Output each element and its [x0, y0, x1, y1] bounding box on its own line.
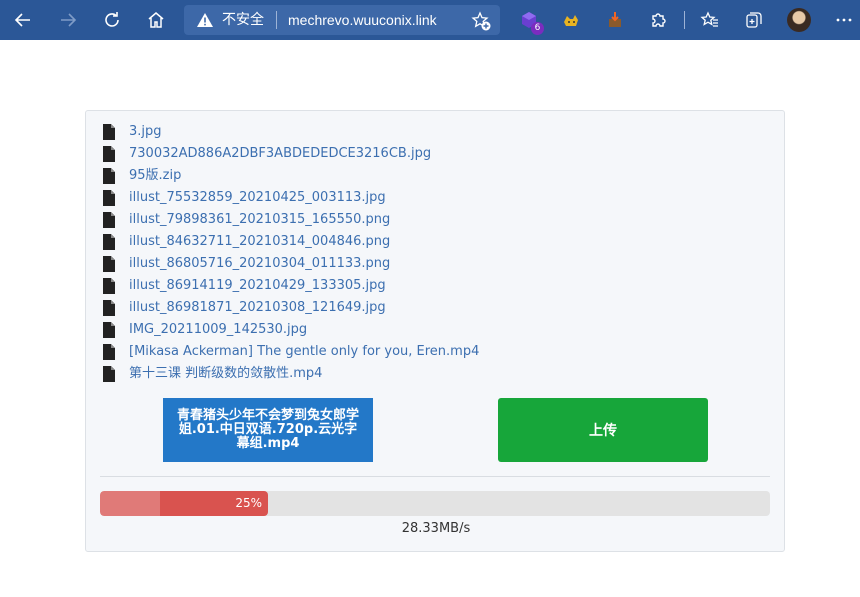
url-text[interactable]: mechrevo.wuuconix.link — [288, 12, 437, 28]
collections-icon — [746, 12, 762, 28]
browser-toolbar: 不安全 mechrevo.wuuconix.link 6 — [0, 0, 860, 40]
toolbar-divider — [684, 11, 685, 29]
refresh-icon — [105, 12, 119, 27]
file-list: 3.jpg 730032AD886A2DBF3ABDEDEDCE3216CB.j… — [102, 121, 762, 385]
file-icon — [103, 146, 115, 162]
file-icon — [103, 322, 115, 338]
more-icon — [836, 18, 852, 22]
add-favorite-icon[interactable] — [470, 10, 492, 32]
progress-bar: 25% — [100, 491, 770, 516]
favorites-button[interactable] — [696, 6, 724, 34]
progress-fill: 25% — [100, 491, 268, 516]
file-link[interactable]: illust_86914119_20210429_133305.jpg — [129, 278, 386, 294]
list-item: illust_86914119_20210429_133305.jpg — [102, 275, 762, 297]
file-link[interactable]: illust_75532859_20210425_003113.jpg — [129, 190, 386, 206]
warning-icon — [197, 13, 213, 27]
collections-button[interactable] — [740, 6, 768, 34]
file-link[interactable]: illust_86805716_20210304_011133.png — [129, 256, 390, 272]
file-link[interactable]: 第十三课 判断级数的敛散性.mp4 — [129, 366, 322, 382]
file-icon — [103, 344, 115, 360]
list-item: illust_86981871_20210308_121649.jpg — [102, 297, 762, 319]
list-item: illust_84632711_20210314_004846.png — [102, 231, 762, 253]
extension-badge: 6 — [531, 22, 544, 35]
file-select-button[interactable]: 青春猪头少年不会梦到兔女郎学姐.01.中日双语.720p.云光字幕组.mp4 — [163, 398, 373, 462]
forward-button[interactable] — [54, 6, 82, 34]
divider — [100, 476, 770, 477]
address-separator — [276, 11, 277, 29]
file-link[interactable]: illust_84632711_20210314_004846.png — [129, 234, 390, 250]
back-arrow-icon — [14, 13, 30, 27]
selected-file-label: 青春猪头少年不会梦到兔女郎学姐.01.中日双语.720p.云光字幕组.mp4 — [177, 408, 360, 451]
file-link[interactable]: illust_86981871_20210308_121649.jpg — [129, 300, 386, 316]
file-link[interactable]: 3.jpg — [129, 124, 162, 140]
extensions-button[interactable] — [645, 6, 673, 34]
extension-box-button[interactable] — [601, 6, 629, 34]
home-button[interactable] — [142, 6, 170, 34]
favorites-icon — [700, 11, 718, 27]
security-label[interactable]: 不安全 — [222, 12, 264, 28]
file-icon — [103, 168, 115, 184]
list-item: 730032AD886A2DBF3ABDEDEDCE3216CB.jpg — [102, 143, 762, 165]
list-item: [Mikasa Ackerman] The gentle only for yo… — [102, 341, 762, 363]
file-link[interactable]: [Mikasa Ackerman] The gentle only for yo… — [129, 344, 479, 360]
upload-panel: 3.jpg 730032AD886A2DBF3ABDEDEDCE3216CB.j… — [85, 110, 785, 552]
address-bar[interactable]: 不安全 mechrevo.wuuconix.link — [184, 5, 500, 35]
forward-arrow-icon — [61, 13, 77, 27]
file-icon — [103, 190, 115, 206]
progress-percent: 25% — [235, 496, 262, 510]
upload-button-label: 上传 — [589, 423, 617, 439]
extension-cat-icon — [564, 15, 578, 26]
file-link[interactable]: IMG_20211009_142530.jpg — [129, 322, 307, 338]
extension-box-icon — [609, 12, 621, 27]
puzzle-icon — [652, 13, 666, 27]
file-icon — [103, 212, 115, 228]
more-button[interactable] — [830, 6, 858, 34]
list-item: illust_75532859_20210425_003113.jpg — [102, 187, 762, 209]
upload-speed: 28.33MB/s — [401, 521, 471, 536]
file-link[interactable]: 95版.zip — [129, 168, 181, 184]
list-item: 3.jpg — [102, 121, 762, 143]
list-item: 95版.zip — [102, 165, 762, 187]
list-item: 第十三课 判断级数的敛散性.mp4 — [102, 363, 762, 385]
upload-button[interactable]: 上传 — [498, 398, 708, 462]
profile-avatar[interactable] — [787, 8, 811, 32]
file-icon — [103, 234, 115, 250]
home-icon — [148, 12, 164, 28]
list-item: illust_86805716_20210304_011133.png — [102, 253, 762, 275]
file-icon — [103, 300, 115, 316]
file-icon — [103, 366, 115, 382]
back-button[interactable] — [9, 6, 37, 34]
extension-cat-button[interactable] — [557, 6, 585, 34]
list-item: IMG_20211009_142530.jpg — [102, 319, 762, 341]
file-icon — [103, 278, 115, 294]
refresh-button[interactable] — [98, 6, 126, 34]
file-icon — [103, 256, 115, 272]
file-icon — [103, 124, 115, 140]
file-link[interactable]: 730032AD886A2DBF3ABDEDEDCE3216CB.jpg — [129, 146, 431, 162]
file-link[interactable]: illust_79898361_20210315_165550.png — [129, 212, 390, 228]
list-item: illust_79898361_20210315_165550.png — [102, 209, 762, 231]
